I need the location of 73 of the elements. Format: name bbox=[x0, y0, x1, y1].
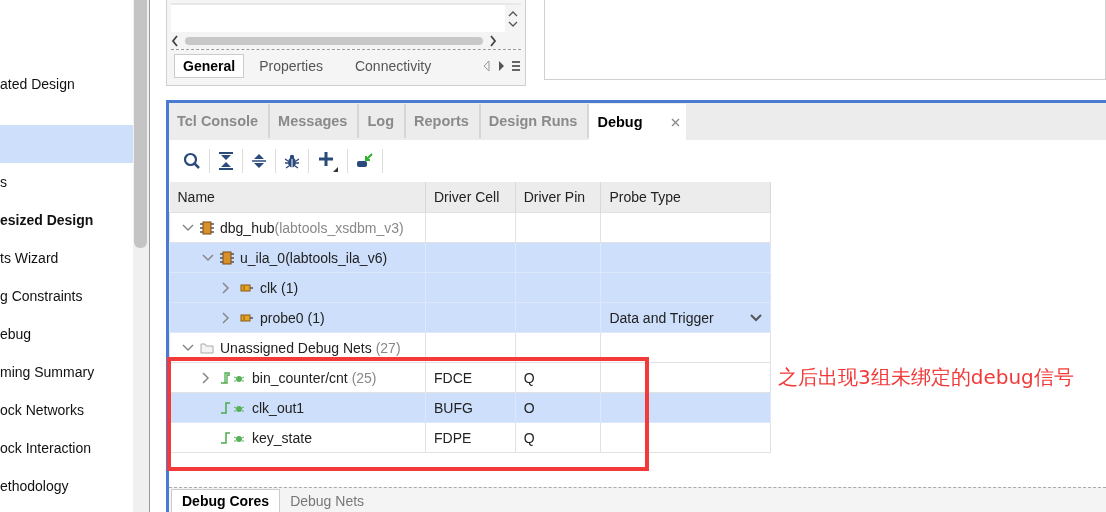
tree-label: clk_out1 bbox=[252, 399, 305, 416]
tree-row[interactable]: probe0 (1) Data and Trigger bbox=[169, 302, 771, 333]
sidebar-item[interactable]: ethodology bbox=[0, 467, 134, 505]
panel-tab[interactable]: Debug Nets bbox=[280, 490, 375, 512]
tree-row[interactable]: clk_out1 BUFG O bbox=[169, 392, 771, 423]
sidebar-item[interactable]: ts Wizard bbox=[0, 239, 134, 277]
core-icon bbox=[200, 220, 214, 235]
collapse-all-icon[interactable] bbox=[218, 152, 234, 170]
column-header[interactable]: Probe Type bbox=[600, 182, 771, 213]
tab-left-icon[interactable] bbox=[483, 60, 491, 72]
sidebar-item[interactable]: ated Design bbox=[0, 65, 134, 103]
column-header[interactable]: Name bbox=[169, 182, 426, 213]
bug-icon[interactable] bbox=[284, 153, 300, 169]
close-icon[interactable] bbox=[670, 117, 680, 127]
scrollbar[interactable] bbox=[133, 0, 149, 512]
tree-label: bin_counter/cnt (25) bbox=[252, 369, 377, 386]
table-cell: FDCE bbox=[433, 369, 473, 386]
tree-label: dbg_hub(labtools_xsdbm_v3) bbox=[220, 219, 404, 236]
table-cell: Q bbox=[523, 429, 535, 446]
tree-row[interactable]: key_state FDPE Q bbox=[169, 422, 771, 453]
bus-net-icon bbox=[220, 370, 246, 385]
panel-tab[interactable]: General bbox=[174, 54, 245, 78]
tree-label: probe0 (1) bbox=[260, 309, 325, 326]
tree-label: u_ila_0(labtools_ila_v6) bbox=[240, 249, 388, 266]
expand-chevron-icon[interactable] bbox=[222, 281, 230, 294]
panel-tab[interactable]: Debug bbox=[589, 104, 686, 140]
scroll-right-icon[interactable] bbox=[489, 34, 497, 47]
tree-label: Unassigned Debug Nets (27) bbox=[220, 339, 401, 356]
tree-label: clk (1) bbox=[260, 279, 299, 296]
sidebar-item[interactable]: ming Summary bbox=[0, 353, 134, 391]
table-cell: Q bbox=[523, 369, 535, 386]
sidebar-item[interactable]: s bbox=[0, 163, 134, 201]
tree-label: key_state bbox=[252, 429, 312, 446]
expand-chevron-icon[interactable] bbox=[222, 311, 230, 324]
panel-tab[interactable]: Connectivity bbox=[345, 54, 441, 78]
scrollbar-thumb[interactable] bbox=[185, 36, 483, 45]
tree-row[interactable]: bin_counter/cnt (25) FDCE Q bbox=[169, 362, 771, 393]
sidebar-item[interactable]: ebug bbox=[0, 315, 134, 353]
net-icon bbox=[220, 430, 246, 445]
sidebar-item[interactable]: ock Interaction bbox=[0, 429, 134, 467]
tree-row[interactable]: Unassigned Debug Nets (27) bbox=[169, 332, 771, 363]
add-icon[interactable] bbox=[317, 150, 339, 172]
net-icon bbox=[220, 400, 246, 415]
tree-row[interactable]: u_ila_0(labtools_ila_v6) bbox=[169, 242, 771, 273]
dropdown-chevron-icon[interactable] bbox=[750, 313, 762, 322]
expand-chevron-icon[interactable] bbox=[202, 371, 210, 384]
core-icon bbox=[220, 250, 234, 265]
table-cell: FDPE bbox=[433, 429, 472, 446]
menu-icon[interactable] bbox=[511, 60, 521, 72]
tab-right-icon[interactable] bbox=[497, 60, 505, 72]
search-icon[interactable] bbox=[183, 152, 201, 170]
port-icon bbox=[240, 282, 254, 293]
panel-tab[interactable]: Properties bbox=[250, 54, 332, 78]
sidebar-item[interactable]: esized Design bbox=[0, 201, 134, 239]
scroll-left-icon[interactable] bbox=[171, 34, 179, 47]
folder-icon bbox=[200, 341, 214, 354]
port-icon bbox=[240, 312, 254, 323]
table-cell: O bbox=[523, 399, 535, 416]
column-header[interactable]: Driver Cell bbox=[425, 182, 516, 213]
sidebar-item[interactable]: ock Networks bbox=[0, 391, 134, 429]
column-header[interactable]: Driver Pin bbox=[515, 182, 601, 213]
sidebar-item[interactable]: g Constraints bbox=[0, 277, 134, 315]
table-cell: BUFG bbox=[433, 399, 473, 416]
scroll-arrows-icon[interactable] bbox=[508, 9, 518, 28]
tree-row[interactable]: clk (1) bbox=[169, 272, 771, 303]
collapse-chevron-icon[interactable] bbox=[202, 253, 214, 262]
tree-row[interactable]: dbg_hub(labtools_xsdbm_v3) bbox=[169, 212, 771, 243]
collapse-chevron-icon[interactable] bbox=[182, 223, 194, 232]
connect-icon[interactable] bbox=[356, 153, 374, 169]
panel-tab[interactable]: Debug Cores bbox=[171, 489, 281, 512]
annotation-text: 之后出现3组未绑定的debug信号 bbox=[778, 364, 1074, 391]
collapse-chevron-icon[interactable] bbox=[182, 343, 194, 352]
expand-all-icon[interactable] bbox=[251, 152, 267, 170]
